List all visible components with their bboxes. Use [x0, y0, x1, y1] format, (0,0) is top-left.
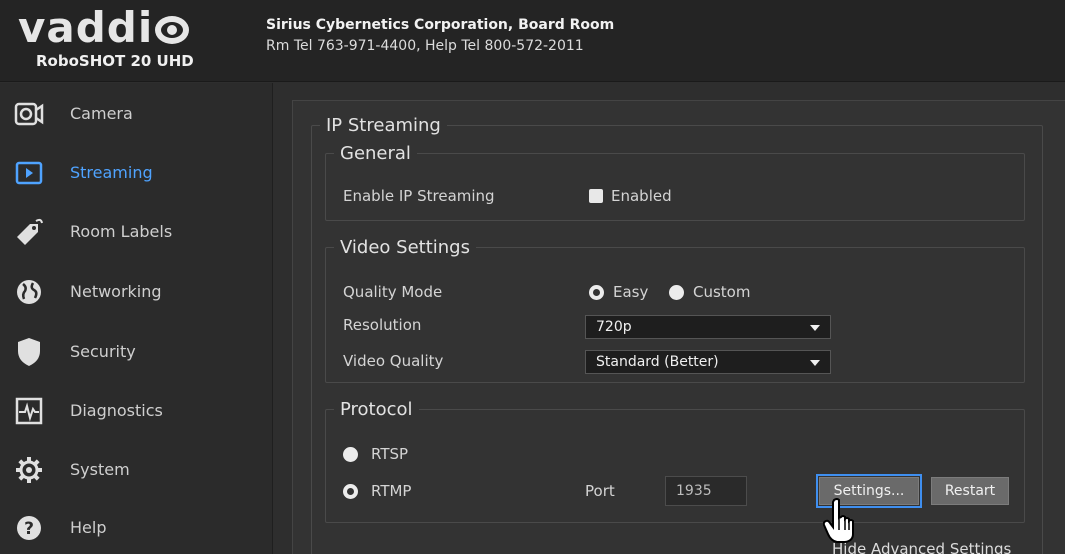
general-group: General: [325, 143, 1025, 221]
restart-button[interactable]: Restart: [931, 477, 1009, 505]
rtmp-label: RTMP: [371, 482, 412, 500]
sidebar-item-label: Help: [70, 518, 107, 537]
rtsp-radio[interactable]: [343, 447, 358, 462]
port-label: Port: [585, 482, 615, 500]
enabled-text: Enabled: [611, 187, 672, 205]
room-phone: Rm Tel 763-971-4400, Help Tel 800-572-20…: [266, 38, 584, 54]
pulse-icon: [14, 396, 44, 426]
quality-custom-radio[interactable]: [669, 285, 684, 300]
group-title: General: [340, 143, 411, 164]
sidebar-item-help[interactable]: ? Help: [0, 499, 273, 554]
sidebar-item-system[interactable]: System: [0, 441, 273, 499]
globe-icon: [14, 277, 44, 307]
rtmp-radio[interactable]: [343, 484, 358, 499]
hand-cursor-icon: [822, 498, 859, 544]
sidebar: Camera Streaming Room Labels Networking …: [0, 83, 273, 554]
svg-text:?: ?: [24, 519, 34, 539]
video-quality-value: Standard (Better): [596, 354, 719, 370]
resolution-value: 720p: [596, 319, 632, 335]
main-content: IP Streaming General Enable IP Streaming…: [292, 100, 1065, 554]
vaddio-logo: vaddi: [18, 3, 190, 52]
video-quality-label: Video Quality: [343, 352, 444, 370]
easy-label: Easy: [613, 283, 649, 301]
section-title: IP Streaming: [326, 115, 441, 136]
quality-easy-radio[interactable]: [589, 285, 604, 300]
sidebar-item-label: Camera: [70, 104, 133, 123]
port-input[interactable]: 1935: [665, 476, 747, 506]
sidebar-item-label: System: [70, 460, 130, 479]
camera-model: RoboSHOT 20 UHD: [36, 52, 194, 70]
group-title: Video Settings: [340, 237, 470, 258]
tag-icon: [14, 217, 44, 247]
video-quality-select[interactable]: Standard (Better): [585, 350, 831, 374]
sidebar-item-diagnostics[interactable]: Diagnostics: [0, 382, 273, 440]
sidebar-item-label: Security: [70, 342, 136, 361]
shield-icon: [14, 337, 44, 367]
sidebar-item-room-labels[interactable]: Room Labels: [0, 203, 273, 261]
enable-streaming-label: Enable IP Streaming: [343, 187, 495, 205]
camera-icon: [14, 99, 44, 129]
sidebar-item-camera[interactable]: Camera: [0, 85, 273, 143]
chevron-down-icon: [810, 325, 820, 331]
custom-label: Custom: [693, 283, 751, 301]
logo-o-icon: [155, 16, 190, 44]
chevron-down-icon: [810, 360, 820, 366]
sidebar-item-label: Diagnostics: [70, 401, 163, 420]
resolution-label: Resolution: [343, 316, 422, 334]
help-icon: ?: [14, 513, 44, 543]
enable-streaming-checkbox[interactable]: [589, 189, 603, 203]
group-title: Protocol: [340, 399, 413, 420]
logo-text: vaddi: [18, 3, 154, 52]
sidebar-item-label: Networking: [70, 282, 162, 301]
sidebar-item-streaming[interactable]: Streaming: [0, 144, 273, 202]
sidebar-item-label: Streaming: [70, 163, 153, 182]
gear-icon: [14, 455, 44, 485]
rtsp-label: RTSP: [371, 445, 409, 463]
resolution-select[interactable]: 720p: [585, 315, 831, 339]
sidebar-item-security[interactable]: Security: [0, 323, 273, 381]
sidebar-item-networking[interactable]: Networking: [0, 263, 273, 321]
play-icon: [14, 158, 44, 188]
quality-mode-label: Quality Mode: [343, 283, 443, 301]
app-header: vaddi RoboSHOT 20 UHD Sirius Cybernetics…: [0, 0, 1065, 82]
sidebar-item-label: Room Labels: [70, 222, 173, 241]
room-title: Sirius Cybernetics Corporation, Board Ro…: [266, 17, 615, 33]
